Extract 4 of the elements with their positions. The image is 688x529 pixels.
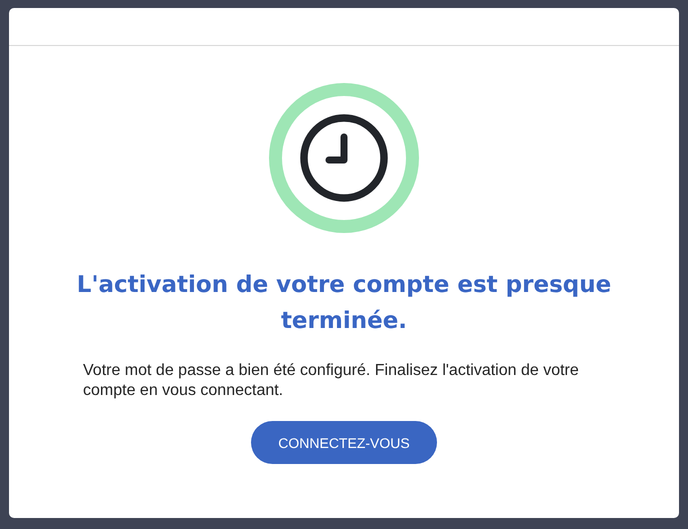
connect-button[interactable]: CONNECTEZ-VOUS [251,421,437,464]
clock-icon [269,83,419,233]
dialog-title: L'activation de votre compte est presque terminée. [76,271,612,336]
dialog-message: Votre mot de passe a bien été configuré. Finalisez l'activation de votre compte en vous connectant. [83,361,580,401]
